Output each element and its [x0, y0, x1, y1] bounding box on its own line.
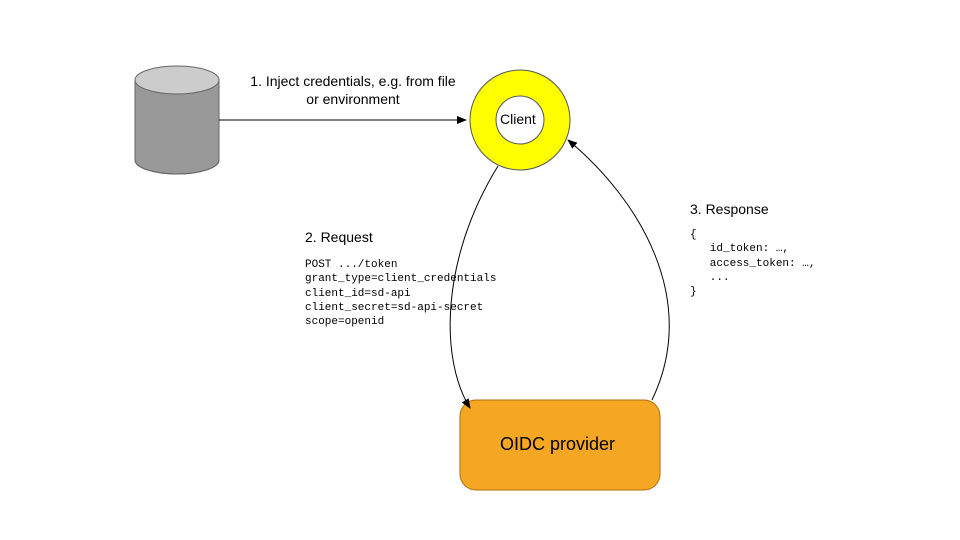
step-1-title: 1. Inject credentials, e.g. from file or… [248, 72, 458, 108]
arrow-step-3 [568, 140, 669, 400]
storage-cylinder-icon [135, 66, 219, 174]
step-2-title: 2. Request [305, 228, 373, 246]
step-3-title: 3. Response [690, 200, 769, 218]
client-node-icon [470, 70, 570, 170]
step-2-body: POST .../token grant_type=client_credent… [305, 258, 496, 329]
oidc-provider-node [460, 400, 660, 490]
diagram-stage: Client OIDC provider 1. Inject credentia… [0, 0, 960, 540]
step-3-body: { id_token: …, access_token: …, ... } [690, 228, 815, 299]
